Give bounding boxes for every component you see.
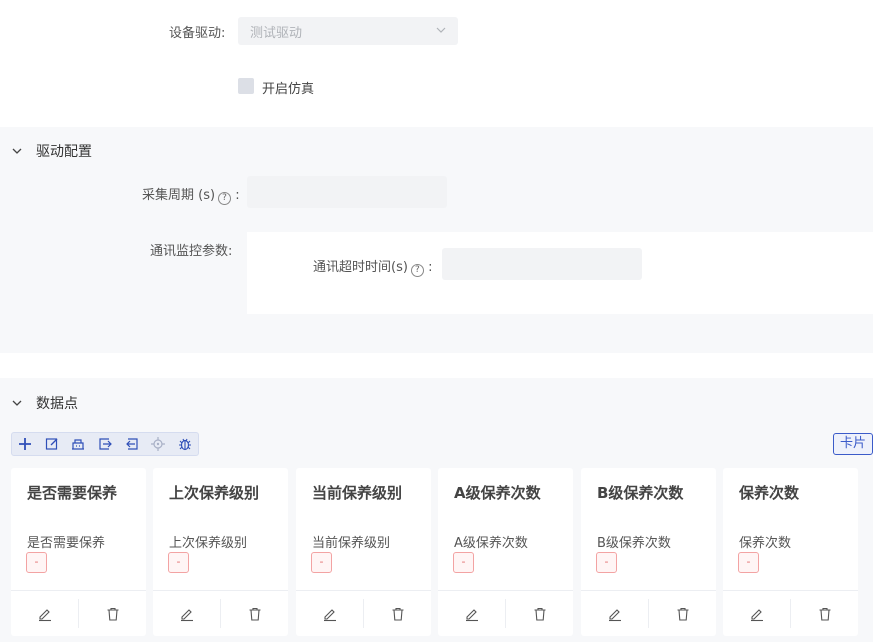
period-input[interactable]	[247, 176, 447, 208]
card-title: 上次保养级别	[169, 484, 260, 502]
simulate-checkbox[interactable]	[238, 78, 254, 94]
trash-icon	[107, 607, 118, 621]
card-desc: 保养次数	[739, 536, 792, 551]
driver-label: 设备驱动:	[169, 26, 226, 41]
add-button[interactable]	[12, 433, 39, 455]
trash-icon	[392, 607, 403, 621]
card-footer	[153, 590, 288, 636]
target-icon	[151, 437, 166, 451]
trash-icon	[819, 607, 830, 621]
edit-button[interactable]	[438, 591, 505, 636]
datapoint-card[interactable]: 是否需要保养 是否需要保养 -	[11, 468, 146, 636]
edit-button[interactable]	[581, 591, 648, 636]
card-desc: B级保养次数	[597, 536, 671, 551]
edit-button[interactable]	[39, 433, 66, 455]
value-tag: -	[738, 552, 759, 573]
edit-button[interactable]	[11, 591, 78, 636]
edit-button[interactable]	[723, 591, 790, 636]
datapoints-toolbar	[11, 432, 199, 456]
driver-select-value: 测试驱动	[250, 25, 303, 41]
debug-button[interactable]	[171, 433, 198, 455]
monitor-label: 通讯监控参数:	[150, 244, 233, 259]
card-title: 是否需要保养	[27, 484, 118, 502]
period-colon: :	[235, 188, 240, 203]
help-icon[interactable]: ?	[218, 192, 232, 205]
period-label: 采集周期 (s)	[142, 188, 216, 203]
datapoint-card[interactable]: 保养次数 保养次数 -	[723, 468, 858, 636]
timeout-label-group: 通讯超时时间(s)? :	[313, 256, 432, 277]
pencil-icon	[323, 608, 336, 621]
datapoint-card[interactable]: 上次保养级别 上次保养级别 -	[153, 468, 288, 636]
bug-icon	[178, 438, 191, 451]
pencil-icon	[38, 608, 51, 621]
driver-select[interactable]: 测试驱动	[238, 17, 458, 45]
card-footer	[723, 590, 858, 636]
locate-button[interactable]	[145, 433, 172, 455]
pencil-icon	[465, 608, 478, 621]
card-desc: 上次保养级别	[169, 536, 248, 551]
card-footer	[11, 590, 146, 636]
timeout-input[interactable]	[442, 248, 642, 280]
edit-icon	[45, 438, 58, 450]
pencil-icon	[180, 608, 193, 621]
simulate-label: 开启仿真	[262, 82, 315, 97]
datapoint-card[interactable]: A级保养次数 A级保养次数 -	[438, 468, 573, 636]
card-desc: A级保养次数	[454, 536, 528, 551]
edit-button[interactable]	[296, 591, 363, 636]
delete-button[interactable]	[364, 591, 431, 636]
delete-button[interactable]	[506, 591, 573, 636]
driver-config-header[interactable]: 驱动配置	[11, 141, 92, 161]
timeout-colon: :	[428, 260, 433, 275]
trash-icon	[249, 607, 260, 621]
trash-icon	[677, 607, 688, 621]
value-tag: -	[453, 552, 474, 573]
value-tag: -	[168, 552, 189, 573]
building-button[interactable]	[65, 433, 92, 455]
card-title: 保养次数	[739, 484, 800, 502]
chevron-down-icon	[12, 148, 22, 154]
value-tag: -	[596, 552, 617, 573]
chevron-down-icon	[12, 400, 22, 406]
driver-config-title: 驱动配置	[36, 144, 92, 160]
pencil-icon	[750, 608, 763, 621]
chevron-down-icon	[436, 27, 446, 33]
delete-button[interactable]	[649, 591, 716, 636]
import-button[interactable]	[92, 433, 119, 455]
datapoint-card[interactable]: 当前保养级别 当前保养级别 -	[296, 468, 431, 636]
timeout-label: 通讯超时时间(s)	[313, 260, 408, 275]
plus-icon	[19, 438, 32, 450]
card-title: 当前保养级别	[312, 484, 403, 502]
building-icon	[72, 439, 85, 450]
delete-button[interactable]	[791, 591, 858, 636]
card-desc: 是否需要保养	[27, 536, 106, 551]
period-label-group: 采集周期 (s)? :	[142, 184, 240, 205]
trash-icon	[534, 607, 545, 621]
datapoint-card[interactable]: B级保养次数 B级保养次数 -	[581, 468, 716, 636]
card-footer	[581, 590, 716, 636]
datapoints-title: 数据点	[36, 396, 78, 412]
delete-button[interactable]	[221, 591, 288, 636]
export-button[interactable]	[118, 433, 145, 455]
datapoints-header[interactable]: 数据点	[11, 393, 78, 413]
export-icon	[125, 438, 138, 450]
card-view-button[interactable]: 卡片	[833, 433, 873, 455]
edit-button[interactable]	[153, 591, 220, 636]
help-icon[interactable]: ?	[410, 264, 424, 277]
card-footer	[438, 590, 573, 636]
card-footer	[296, 590, 431, 636]
value-tag: -	[26, 552, 47, 573]
card-title: A级保养次数	[454, 484, 541, 502]
pencil-icon	[608, 608, 621, 621]
card-title: B级保养次数	[597, 484, 684, 502]
import-icon	[99, 438, 112, 450]
delete-button[interactable]	[79, 591, 146, 636]
card-desc: 当前保养级别	[312, 536, 391, 551]
value-tag: -	[311, 552, 332, 573]
